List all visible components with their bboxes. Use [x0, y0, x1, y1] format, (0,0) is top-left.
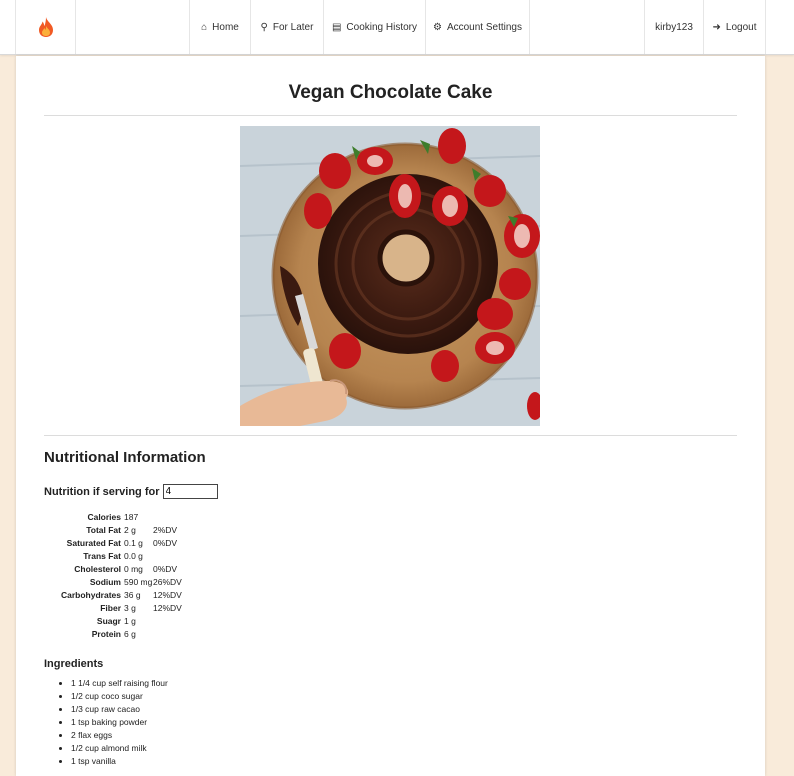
table-row: Trans Fat 0.0 g [57, 550, 193, 563]
recipe-panel: Vegan Chocolate Cake Nutritional Informa… [16, 56, 765, 776]
nutrient-dv [153, 511, 193, 524]
table-row: Fiber 3 g 12%DV [57, 602, 193, 615]
list-item: 1 tsp vanilla [71, 755, 168, 768]
table-row: Saturated Fat 0.1 g 0%DV [57, 537, 193, 550]
nutrient-amount: 6 g [124, 629, 136, 639]
nav-home[interactable]: ⌂ Home [189, 0, 250, 54]
brand-logo[interactable] [15, 0, 76, 54]
table-row: Suagr 1 g [57, 615, 193, 628]
nutrient-dv: 12%DV [153, 603, 182, 613]
nutrient-label: Cholesterol [74, 564, 121, 574]
nav-for-later-label: For Later [272, 21, 314, 33]
nutrient-amount: 0.1 g [124, 538, 143, 548]
nutrient-dv: 26%DV [153, 577, 182, 587]
nutrient-label: Trans Fat [83, 551, 121, 561]
serving-input[interactable] [162, 484, 218, 499]
nav-home-label: Home [212, 21, 239, 33]
nutrient-amount: 2 g [124, 525, 136, 535]
nutrient-amount: 3 g [124, 603, 136, 613]
table-row: Calories 187 [57, 511, 193, 524]
nutrient-label: Fiber [100, 603, 121, 613]
nutrient-dv [153, 550, 193, 563]
list-item: 1/2 cup almond milk [71, 742, 168, 755]
nutrient-dv: 0%DV [153, 538, 178, 548]
nutrient-amount: 187 [124, 512, 139, 522]
nutrient-amount: 36 g [124, 590, 141, 600]
nutrient-dv: 0%DV [153, 564, 178, 574]
nav-account-settings-label: Account Settings [446, 21, 522, 33]
list-item: 2 flax eggs [71, 729, 168, 742]
nutrient-label: Protein [91, 629, 121, 639]
nav-cooking-history-label: Cooking History [346, 21, 418, 33]
list-item: 1 1/4 cup self raising flour [71, 677, 168, 690]
ingredients-heading: Ingredients [44, 658, 104, 670]
nutrient-amount: 0.0 g [124, 551, 143, 561]
nutrient-amount: 1 g [124, 616, 136, 626]
book-icon: ▤ [331, 21, 342, 33]
logout-label: Logout [725, 21, 757, 33]
nutrient-amount: 0 mg [124, 564, 143, 574]
title-divider [44, 115, 737, 116]
list-item: 1/3 cup raw cacao [71, 703, 168, 716]
nutrient-label: Calories [87, 512, 121, 522]
serving-label: Nutrition if serving for [44, 485, 160, 498]
nutrient-label: Total Fat [86, 525, 121, 535]
recipe-title: Vegan Chocolate Cake [288, 82, 493, 103]
nutrient-dv: 12%DV [153, 590, 182, 600]
top-navbar: ⌂ Home ⚲ For Later ▤ Cooking History ⚙ A… [0, 0, 794, 55]
nutrient-label: Saturated Fat [66, 538, 121, 548]
pin-icon: ⚲ [260, 21, 268, 33]
nutrient-label: Carbohydrates [61, 590, 121, 600]
list-item: 1/2 cup coco sugar [71, 690, 168, 703]
table-row: Sodium 590 mg 26%DV [57, 576, 193, 589]
flame-icon [38, 17, 53, 37]
nutrient-dv: 2%DV [153, 525, 178, 535]
ingredients-list: 1 1/4 cup self raising flour 1/2 cup coc… [44, 677, 168, 768]
logout-button[interactable]: ➜ Logout [703, 0, 766, 54]
nutrient-label: Suagr [96, 616, 121, 626]
nutrient-dv [153, 615, 193, 628]
nav-username[interactable]: kirby123 [644, 0, 703, 54]
home-icon: ⌂ [201, 21, 208, 33]
list-item: 1 tsp baking powder [71, 716, 168, 729]
sign-out-icon: ➜ [712, 21, 721, 33]
nutrition-table: Calories 187 Total Fat 2 g 2%DV Saturated F… [57, 511, 193, 641]
nutrient-dv [153, 628, 193, 641]
nutrient-label: Sodium [89, 577, 121, 587]
nutrition-heading: Nutritional Information [44, 449, 206, 466]
recipe-photo [240, 126, 540, 426]
nav-cooking-history[interactable]: ▤ Cooking History [323, 0, 425, 54]
table-row: Cholesterol 0 mg 0%DV [57, 563, 193, 576]
serving-control: Nutrition if serving for [44, 484, 218, 499]
nav-for-later[interactable]: ⚲ For Later [250, 0, 323, 54]
photo-divider [44, 435, 737, 436]
table-row: Protein 6 g [57, 628, 193, 641]
nutrient-amount: 590 mg [124, 577, 153, 587]
gears-icon: ⚙ [432, 21, 442, 33]
table-row: Carbohydrates 36 g 12%DV [57, 589, 193, 602]
table-row: Total Fat 2 g 2%DV [57, 524, 193, 537]
username-label: kirby123 [655, 21, 693, 33]
nav-account-settings[interactable]: ⚙ Account Settings [425, 0, 530, 54]
